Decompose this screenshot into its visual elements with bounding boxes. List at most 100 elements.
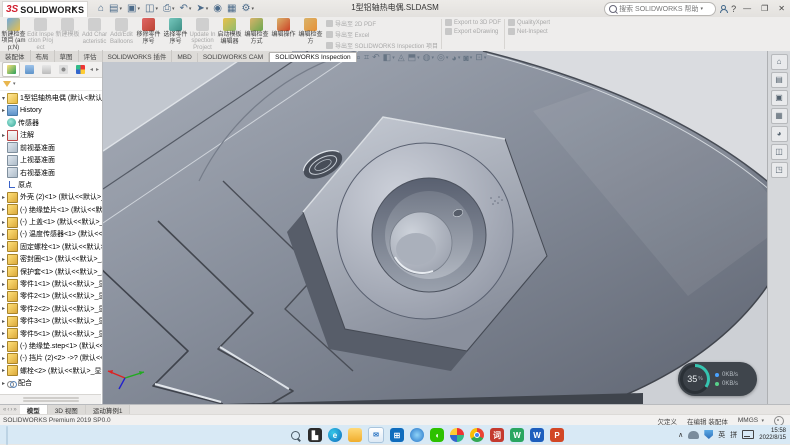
wechat-icon[interactable]: ◖ [430,428,444,442]
tab-SOLIDWORKS 插件[interactable]: SOLIDWORKS 插件 [103,50,173,62]
tree-expand-arrow[interactable]: ▸ [0,380,7,387]
edge-icon[interactable]: e [328,428,342,442]
tree-item[interactable]: ▾1型铝轴热电偶 (默认<默认_显示状态-1> [0,92,102,104]
dropdown-caret-icon[interactable]: ▾ [137,2,140,16]
select-balloons-button[interactable]: 选择零件序号 [162,17,189,51]
tree-item[interactable]: 原点 [0,179,102,191]
tree-expand-arrow[interactable]: ▸ [0,343,7,350]
tab-布局[interactable]: 布局 [31,50,55,62]
tree-item[interactable]: ▸零件2<2> (默认<<默认>_显示状态 [0,303,102,315]
tree-filter[interactable]: ▾ [0,78,102,91]
model-inner-hole[interactable] [396,233,436,265]
view-tab-arrow-icon[interactable]: » [13,407,16,413]
tree-expand-arrow[interactable]: ▸ [0,367,7,374]
solidworks-resources-icon[interactable]: ⌂ [771,54,788,70]
tree-expand-arrow[interactable]: ▸ [0,293,7,300]
view-settings-icon[interactable]: ⊡▾ [475,52,486,63]
tree-item[interactable]: ▸配合 [0,377,102,389]
dropdown-caret-icon[interactable]: ▾ [172,2,175,16]
tab-SOLIDWORKS Inspection[interactable]: SOLIDWORKS Inspection [269,52,357,62]
save-icon[interactable]: ◫▾ [143,2,160,16]
rebuild-icon[interactable]: ◉ [211,2,224,16]
file-explorer-icon[interactable] [348,428,362,442]
search-input[interactable]: 搜索 SOLIDWORKS 帮助 ▾ [604,2,716,16]
dynamic-annotation-icon[interactable]: ◬ [398,52,405,63]
tree-expand-arrow[interactable]: ▸ [0,194,7,201]
tab-草图[interactable]: 草图 [55,50,79,62]
tree-item[interactable]: ▸零件3<1> (默认<<默认>_显示状态 [0,315,102,327]
tree-item[interactable]: 传感器 [0,117,102,129]
panel-tab-scroll-arrow[interactable]: ◂ [89,66,94,73]
touch-keyboard-icon[interactable] [742,430,754,439]
tree-expand-arrow[interactable]: ▸ [0,330,7,337]
dropdown-caret-icon[interactable]: ▾ [417,55,420,61]
undo-icon[interactable]: ↶▾ [177,2,193,16]
section-view-icon[interactable]: ◧▾ [383,52,395,63]
chrome-icon[interactable] [470,428,484,442]
file-explorer-icon[interactable]: ▣ [771,90,788,106]
tree-expand-arrow[interactable]: ▸ [0,281,7,288]
forum-icon[interactable]: ◳ [771,162,788,178]
dictionary-icon[interactable]: 词 [490,428,504,442]
search-button[interactable] [288,428,302,442]
propertymanager-tab[interactable] [21,63,37,76]
view-tab-arrow-icon[interactable]: ‹ [7,407,9,413]
tree-item[interactable]: ▸螺栓<2> (默认<<默认>_显示状态 [0,365,102,377]
open-file-icon[interactable]: ▣▾ [125,2,142,16]
dropdown-caret-icon[interactable]: ▾ [189,2,192,16]
photos-icon[interactable] [410,428,424,442]
tab-装配体[interactable]: 装配体 [0,50,31,62]
tree-item[interactable]: ▸零件2<1> (默认<<默认>_显示状态 [0,290,102,302]
filter-caret-icon[interactable]: ▾ [13,81,16,87]
tree-expand-arrow[interactable]: ▸ [0,107,7,114]
apply-scene-icon[interactable]: ◙▾ [463,53,472,63]
ime-pinyin-indicator[interactable]: 拼 [730,430,737,440]
tree-item[interactable]: ▸固定螺栓<1> (默认<<默认>_显示 [0,241,102,253]
tree-item[interactable]: ▸(-) 温度传感器<1> (默认<<默认>_ [0,228,102,240]
tree-expand-arrow[interactable]: ▸ [0,132,7,139]
previous-view-icon[interactable]: ↶ [372,52,380,63]
tab-SOLIDWORKS CAM[interactable]: SOLIDWORKS CAM [198,53,269,62]
tree-item[interactable]: ▸(-) 上盖<1> (默认<<默认>_显示状 [0,216,102,228]
mail-icon[interactable]: ✉ [368,427,384,443]
tree-item[interactable]: 上视基准面 [0,154,102,166]
tree-expand-arrow[interactable]: ▸ [0,318,7,325]
tree-expand-arrow[interactable]: ▸ [0,256,7,263]
design-library-icon[interactable]: ▤ [771,72,788,88]
panel-splitter[interactable] [0,394,101,404]
tree-item[interactable]: ▸(-) 绝缘垫片<1> (默认<<默认>_显 [0,204,102,216]
tree-expand-arrow[interactable]: ▸ [0,243,7,250]
tree-item[interactable]: ▸(-) 挡片 (2)<2> ->? (默认<<默认> [0,352,102,364]
ppt-icon[interactable]: P [550,428,564,442]
restore-button[interactable]: ❐ [758,4,771,13]
edit-inspection-button[interactable]: 编辑检查方 [297,17,324,51]
dropdown-caret-icon[interactable]: ▾ [432,55,435,61]
panel-tab-scroll-arrow[interactable]: ▸ [95,66,100,73]
tree-item[interactable]: ▸零件5<1> (默认<<默认>_显示状态 [0,327,102,339]
model-assembly[interactable] [103,51,790,404]
browser-360-icon[interactable] [450,428,464,442]
edit-inspection-method-button[interactable]: 编辑检查方式 [243,17,270,51]
edit-appearance-icon[interactable]: ◕▾ [451,53,460,63]
graphics-viewport[interactable] [103,51,790,404]
dropdown-caret-icon[interactable]: ▾ [446,55,449,61]
dropdown-caret-icon[interactable]: ▾ [206,2,209,16]
tab-MBD[interactable]: MBD [172,53,197,62]
dropdown-caret-icon[interactable]: ▾ [458,55,461,61]
tree-item[interactable]: ▸History [0,104,102,116]
featuremanager-tab[interactable] [2,62,20,77]
dropdown-caret-icon[interactable]: ▾ [484,55,487,61]
dimxpertmanager-tab[interactable] [55,63,71,76]
wps-icon[interactable]: W [510,428,524,442]
tree-expand-arrow[interactable]: ▸ [0,219,7,226]
zoom-fit-icon[interactable]: ⌕ [356,52,361,63]
minimize-button[interactable]: — [740,4,754,13]
logo-expand-arrow[interactable]: ▸ [72,3,76,12]
close-button[interactable]: ✕ [775,4,788,13]
tree-expand-arrow[interactable]: ▸ [0,305,7,312]
select-icon[interactable]: ➤▾ [194,2,210,16]
tree-item[interactable]: ▸(-) 绝缘垫.step<1> (默认<<默认> [0,340,102,352]
tray-expand-icon[interactable]: ∧ [678,431,683,439]
search-caret-icon[interactable]: ▾ [700,6,703,12]
tree-expand-arrow[interactable]: ▾ [0,95,7,102]
